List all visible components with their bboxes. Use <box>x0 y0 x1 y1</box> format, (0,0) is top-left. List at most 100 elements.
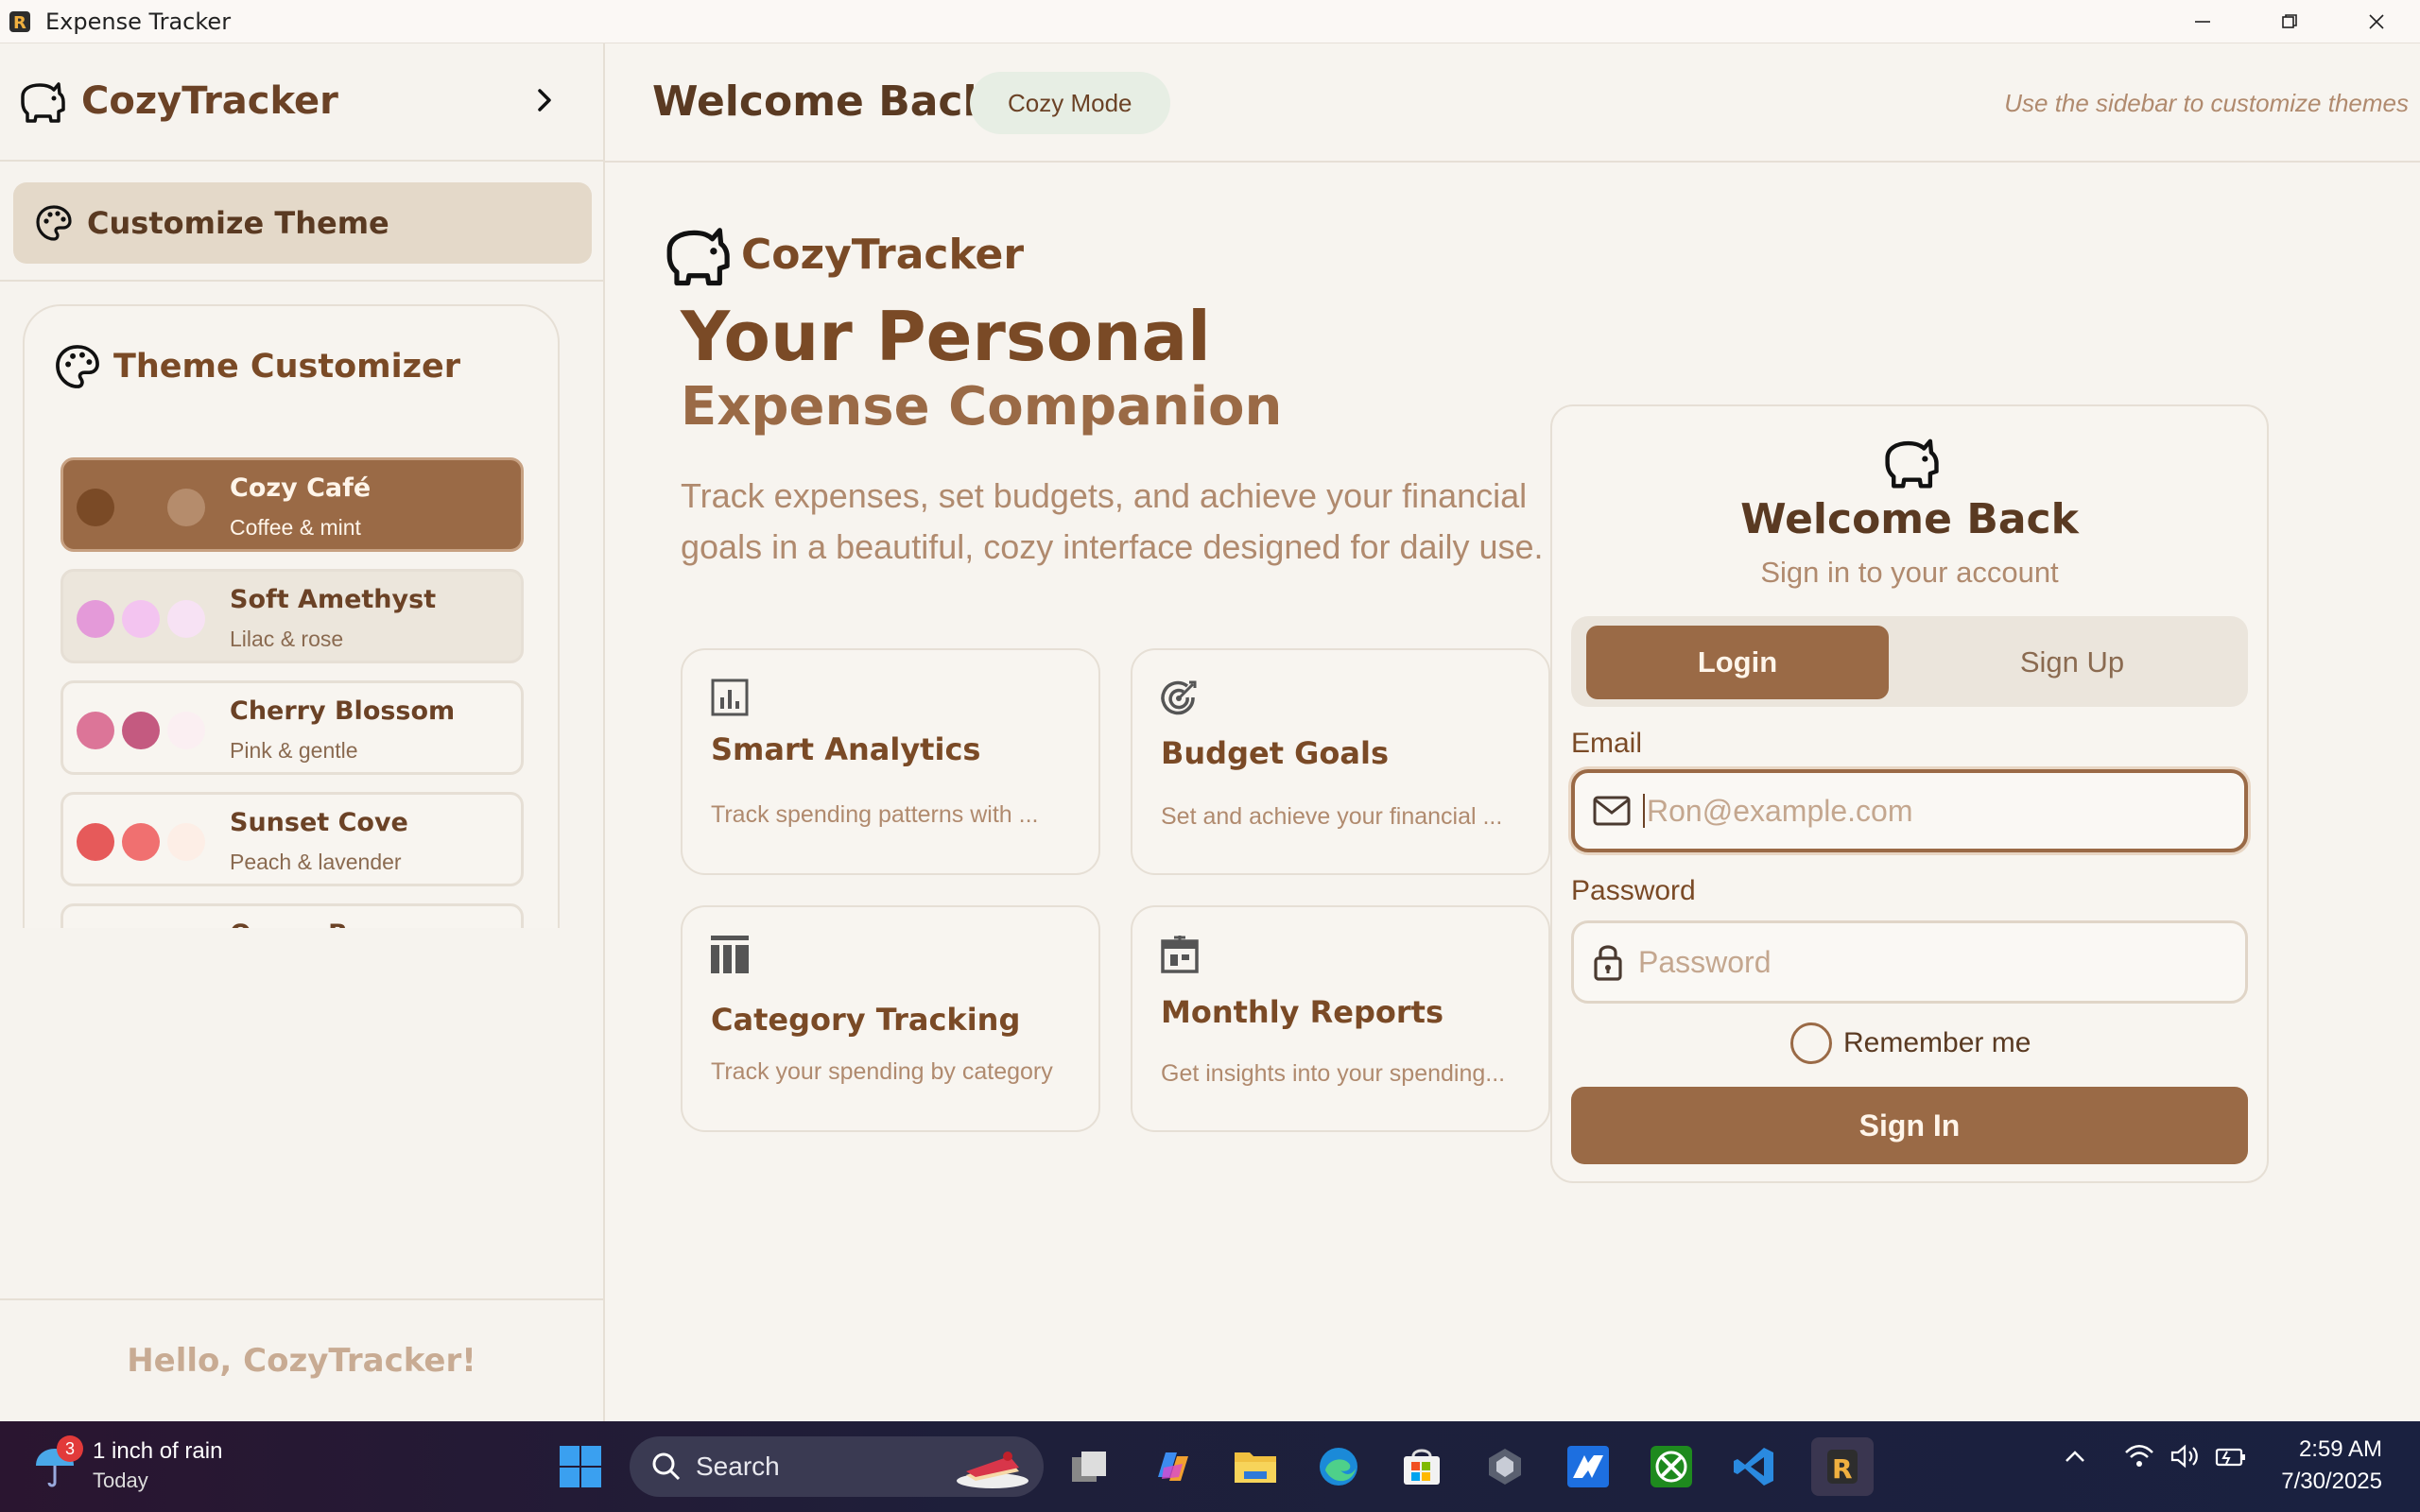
theme-name: Ocean Breeze <box>230 919 427 928</box>
remember-me-radio[interactable] <box>1790 1022 1832 1064</box>
remember-me-option[interactable]: Remember me <box>1790 1022 2031 1064</box>
sidebar-brand: CozyTracker <box>81 79 338 123</box>
theme-swatch <box>77 823 114 861</box>
feature-title: Smart Analytics <box>711 731 981 767</box>
calendar-report-icon <box>1161 936 1199 973</box>
theme-option-sunset-cove[interactable]: Sunset Cove Peach & lavender <box>60 792 524 886</box>
microsoft-store-icon[interactable] <box>1395 1440 1448 1493</box>
feature-title: Budget Goals <box>1161 735 1389 771</box>
customize-theme-label: Customize Theme <box>87 205 389 241</box>
feature-card-smart-analytics[interactable]: Smart Analytics Track spending patterns … <box>681 648 1100 875</box>
expense-tracker-taskbar-icon[interactable]: R <box>1811 1437 1874 1496</box>
window-title-bar: R Expense Tracker <box>0 0 2420 43</box>
password-placeholder: Password <box>1638 944 1772 979</box>
header-hint: Use the sidebar to customize themes <box>2004 89 2409 117</box>
task-view-icon[interactable] <box>1063 1440 1115 1493</box>
feature-card-category-tracking[interactable]: Category Tracking Track your spending by… <box>681 905 1100 1132</box>
hero-description: Track expenses, set budgets, and achieve… <box>681 476 1544 566</box>
clock-time: 2:59 AM <box>2298 1436 2382 1462</box>
volume-icon[interactable] <box>2169 1442 2201 1470</box>
customize-theme-button[interactable]: Customize Theme <box>13 182 592 264</box>
battery-icon[interactable] <box>2214 1442 2248 1470</box>
columns-icon <box>711 936 749 973</box>
theme-swatch <box>122 712 160 749</box>
piggy-bank-icon <box>21 82 65 123</box>
file-explorer-icon[interactable] <box>1229 1440 1282 1493</box>
search-icon <box>652 1452 681 1481</box>
hero-brand: CozyTracker <box>741 231 1025 279</box>
minimize-button[interactable] <box>2159 0 2246 43</box>
xbox-icon[interactable] <box>1645 1440 1698 1493</box>
windows-start-icon[interactable] <box>558 1444 603 1489</box>
weather-badge: 3 <box>57 1435 83 1462</box>
wifi-icon[interactable] <box>2123 1442 2155 1470</box>
theme-option-ocean-breeze[interactable]: Ocean Breeze <box>60 903 524 928</box>
taskbar-clock[interactable]: 2:59 AM 7/30/2025 <box>2281 1436 2382 1495</box>
bar-chart-icon <box>711 679 749 716</box>
text-caret <box>1643 794 1645 828</box>
palette-icon <box>56 345 99 388</box>
sidebar-divider <box>0 280 603 282</box>
feature-card-budget-goals[interactable]: Budget Goals Set and achieve your financ… <box>1131 648 1550 875</box>
email-field[interactable]: Ron@example.com <box>1571 769 2248 852</box>
feature-title: Monthly Reports <box>1161 994 1444 1030</box>
theme-swatch <box>167 823 205 861</box>
theme-name: Soft Amethyst <box>230 585 437 614</box>
palette-icon <box>36 205 72 241</box>
weather-widget[interactable]: 3 1 inch of rain Today <box>32 1435 223 1493</box>
theme-swatch <box>122 489 160 526</box>
sign-in-button[interactable]: Sign In <box>1571 1087 2248 1164</box>
password-field[interactable]: Password <box>1571 920 2248 1004</box>
theme-swatch <box>122 823 160 861</box>
email-placeholder: Ron@example.com <box>1647 793 1913 828</box>
theme-swatch <box>77 712 114 749</box>
theme-option-soft-amethyst[interactable]: Soft Amethyst Lilac & rose <box>60 569 524 663</box>
cozy-mode-badge: Cozy Mode <box>970 72 1170 134</box>
dev-app-icon[interactable] <box>1478 1440 1531 1493</box>
clock-date: 7/30/2025 <box>2281 1469 2382 1494</box>
lock-icon <box>1594 945 1622 981</box>
hero-headline: Your Personal <box>681 297 1211 376</box>
feature-card-monthly-reports[interactable]: Monthly Reports Get insights into your s… <box>1131 905 1550 1132</box>
auth-tabs: Login Sign Up <box>1571 616 2248 707</box>
feature-title: Category Tracking <box>711 1002 1021 1038</box>
theme-subtitle: Coffee & mint <box>230 515 361 540</box>
close-button[interactable] <box>2333 0 2420 43</box>
cake-icon <box>957 1452 1028 1488</box>
system-tray <box>2061 1442 2248 1470</box>
mathworks-icon[interactable] <box>1562 1440 1615 1493</box>
theme-option-cozy-cafe[interactable]: Cozy Café Coffee & mint <box>60 457 524 552</box>
chevron-up-icon[interactable] <box>2061 1442 2089 1470</box>
tab-login[interactable]: Login <box>1586 626 1889 699</box>
taskbar: 3 1 inch of rain Today Search R 2:59 AM … <box>0 1421 2420 1512</box>
restore-button[interactable] <box>2246 0 2333 43</box>
theme-subtitle: Lilac & rose <box>230 627 344 651</box>
greeting-text: Hello, CozyTracker! <box>127 1342 476 1380</box>
sidebar-header: CozyTracker <box>0 43 603 162</box>
theme-option-cherry-blossom[interactable]: Cherry Blossom Pink & gentle <box>60 680 524 775</box>
svg-text:R: R <box>13 13 26 33</box>
theme-swatch <box>77 600 114 638</box>
app-icon: R <box>9 10 30 33</box>
minimize-icon <box>2195 21 2210 23</box>
svg-text:R: R <box>1832 1453 1853 1485</box>
mail-icon <box>1593 796 1631 826</box>
remember-me-label: Remember me <box>1843 1027 2031 1058</box>
taskbar-search[interactable]: Search <box>630 1436 1044 1497</box>
weather-summary: 1 inch of rain <box>93 1438 223 1464</box>
feature-desc: Track your spending by category <box>711 1058 1053 1085</box>
close-icon <box>2369 14 2384 29</box>
edge-browser-icon[interactable] <box>1312 1440 1365 1493</box>
email-label: Email <box>1571 728 1643 759</box>
tab-signup[interactable]: Sign Up <box>1911 626 2233 699</box>
auth-title: Welcome Back <box>1740 495 2079 543</box>
copilot-icon[interactable] <box>1146 1440 1199 1493</box>
theme-subtitle: Peach & lavender <box>230 850 402 874</box>
vscode-icon[interactable] <box>1728 1440 1781 1493</box>
main-header: Welcome Back Cozy Mode Use the sidebar t… <box>605 43 2420 163</box>
theme-swatch <box>77 489 114 526</box>
chevron-right-icon[interactable] <box>529 85 560 115</box>
window-title: Expense Tracker <box>45 8 232 35</box>
feature-desc: Set and achieve your financial ... <box>1161 803 1503 830</box>
theme-customizer-header: Theme Customizer <box>53 342 460 391</box>
